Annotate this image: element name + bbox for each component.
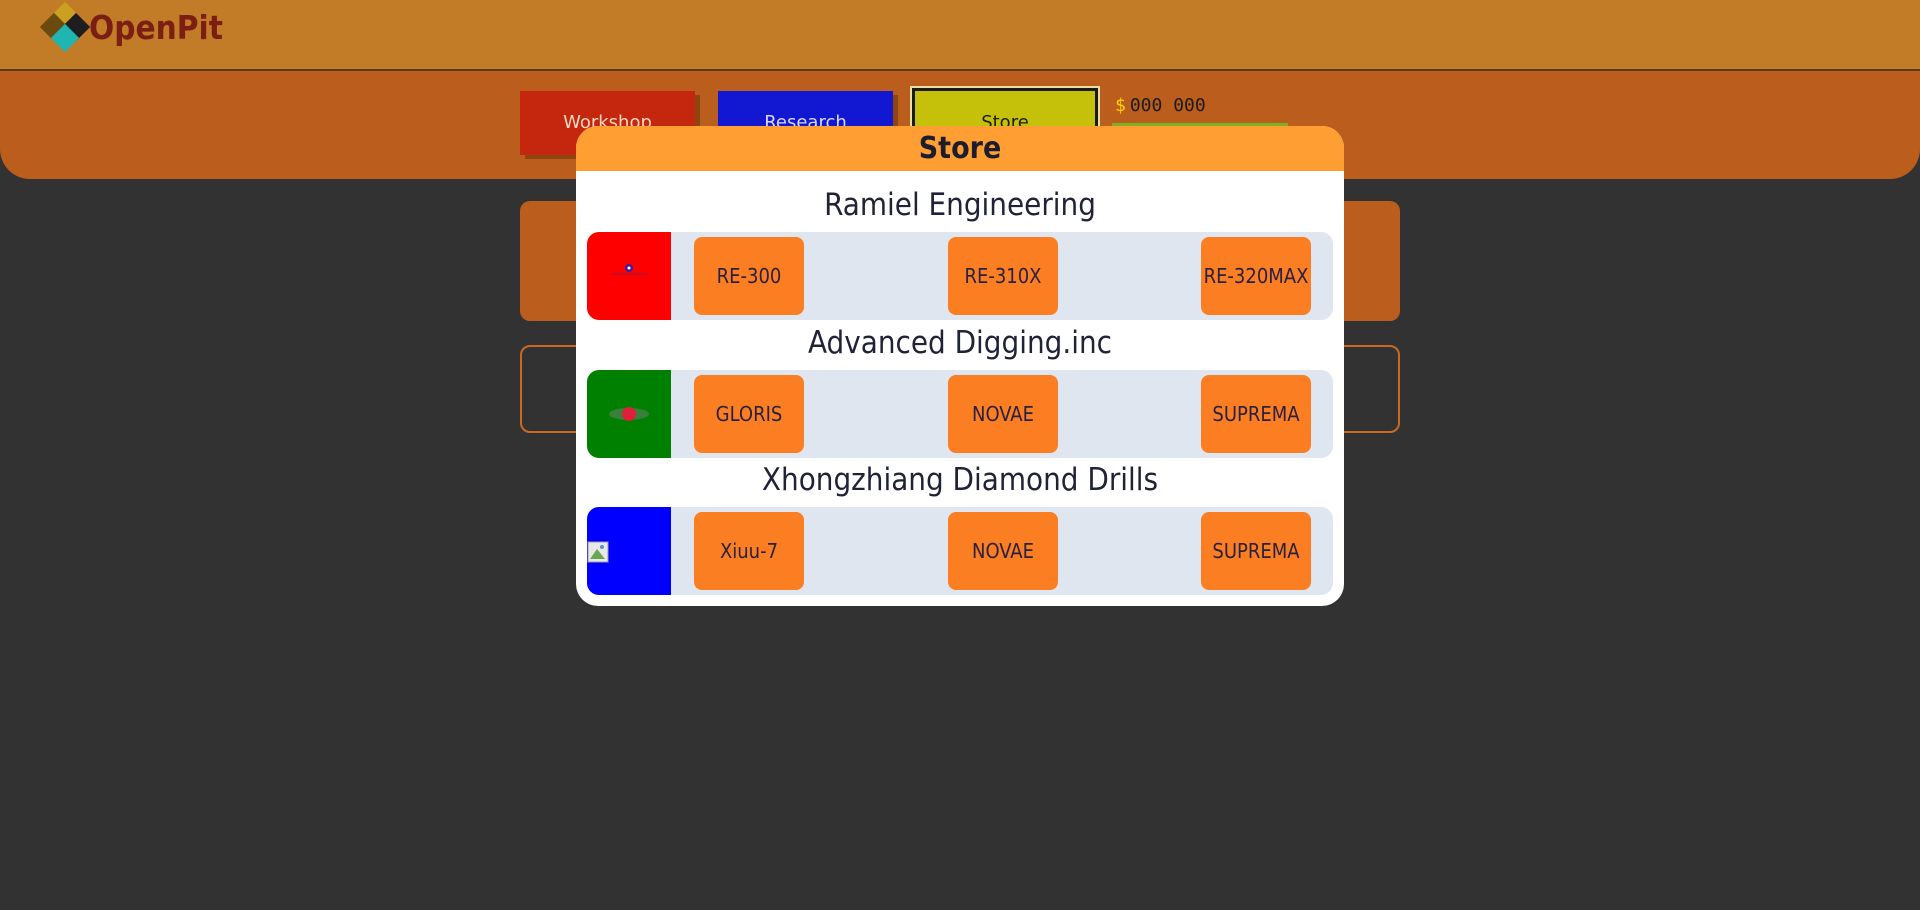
app-name: OpenPit: [89, 8, 223, 47]
store-modal: Store Ramiel Engineering RE-300 RE-310X …: [576, 126, 1344, 606]
store-modal-title: Store: [576, 126, 1344, 171]
company-section: Advanced Digging.inc: [576, 324, 1344, 362]
advanced-digging-emblem-icon: [609, 407, 649, 421]
drill-button[interactable]: Xiuu-7: [694, 512, 804, 590]
drill-button[interactable]: NOVAE: [948, 375, 1058, 453]
money-display: $000 000: [1115, 95, 1206, 116]
ramiel-logo-icon: [587, 232, 671, 320]
ramiel-emblem-icon: [612, 264, 647, 275]
company-name: Advanced Digging.inc: [808, 325, 1112, 361]
broken-image-icon: [587, 541, 609, 563]
dollar-icon: $: [1115, 95, 1126, 116]
drill-button[interactable]: GLORIS: [694, 375, 804, 453]
company-name: Ramiel Engineering: [824, 187, 1096, 223]
company-drill-row: RE-300 RE-310X RE-320MAX: [587, 232, 1333, 320]
advanced-digging-logo-icon: [587, 370, 671, 458]
company-drill-row: GLORIS NOVAE SUPREMA: [587, 370, 1333, 458]
top-bar: OpenPit: [0, 0, 1920, 71]
company-drill-row: Xiuu-7 NOVAE SUPREMA: [587, 507, 1333, 595]
drill-button[interactable]: NOVAE: [948, 512, 1058, 590]
company-name: Xhongzhiang Diamond Drills: [761, 462, 1159, 498]
drill-button[interactable]: RE-300: [694, 237, 804, 315]
drill-button[interactable]: SUPREMA: [1201, 375, 1311, 453]
drill-button[interactable]: SUPREMA: [1201, 512, 1311, 590]
drill-button[interactable]: RE-320MAX: [1201, 237, 1311, 315]
money-value: 000 000: [1129, 95, 1206, 116]
company-section: Xhongzhiang Diamond Drills: [576, 461, 1344, 499]
openpit-logo-icon: [39, 1, 91, 53]
company-section: Ramiel Engineering: [576, 186, 1344, 224]
xhongzhiang-logo-icon: [587, 507, 671, 595]
drill-button[interactable]: RE-310X: [948, 237, 1058, 315]
